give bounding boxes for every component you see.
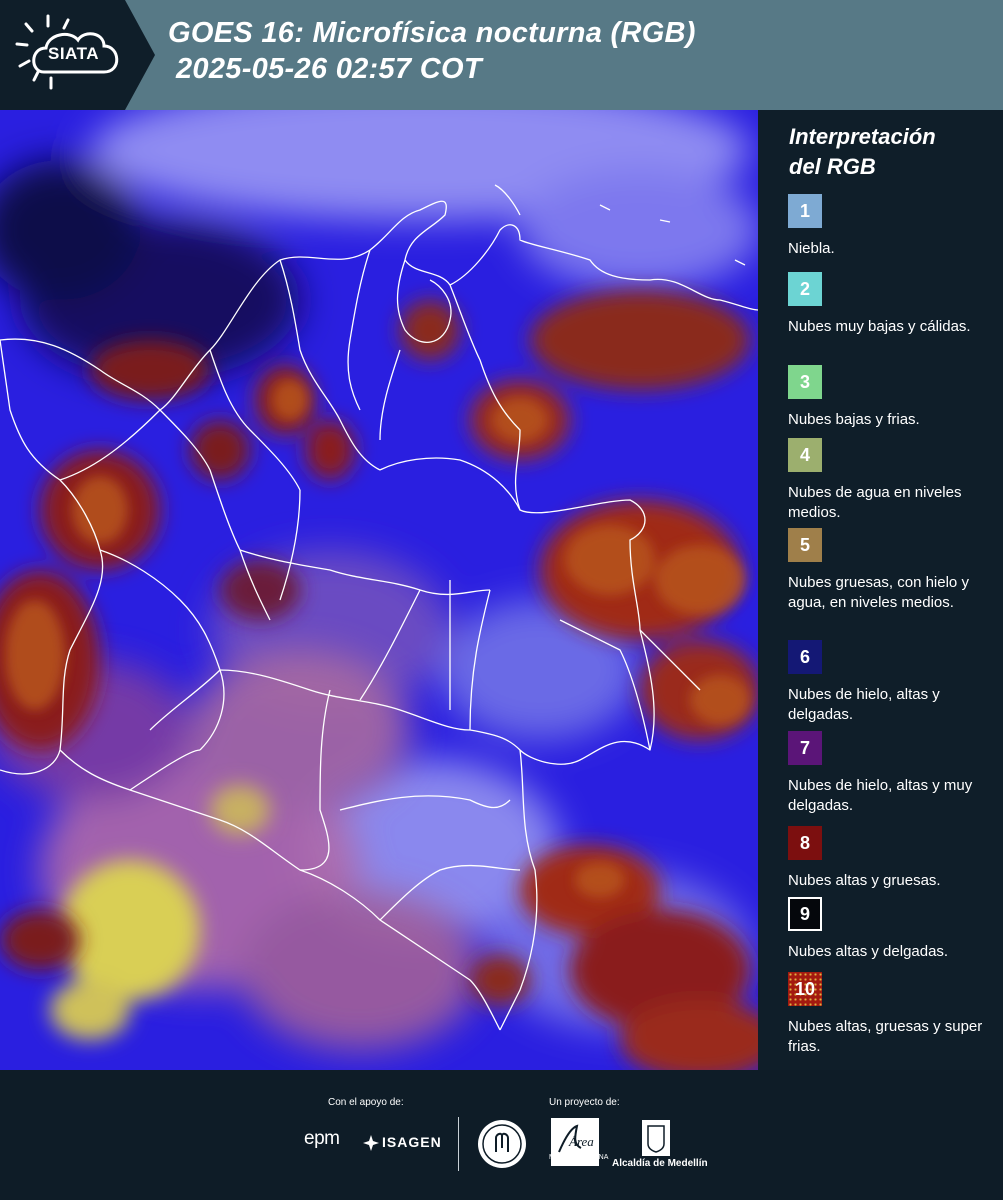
legend-item-2: 2 Nubes muy bajas y cálidas. bbox=[788, 272, 998, 337]
legend-item-10: 10 Nubes altas, gruesas y super frias. bbox=[788, 972, 998, 1057]
legend-item-3: 3 Nubes bajas y frias. bbox=[788, 365, 998, 430]
legend-label-5: Nubes gruesas, con hielo y agua, en nive… bbox=[788, 574, 969, 611]
legend-label-6: Nubes de hielo, altas y delgadas. bbox=[788, 686, 940, 723]
isagen-icon bbox=[363, 1135, 379, 1151]
legend-swatch-3: 3 bbox=[788, 365, 822, 399]
title-timestamp: 2025-05-26 02:57 COT bbox=[176, 53, 482, 85]
legend-title-line2: del RGB bbox=[789, 154, 876, 179]
isagen-logo[interactable]: ISAGEN bbox=[382, 1134, 442, 1150]
area-metropolitana-text: METROPOLITANA bbox=[549, 1154, 609, 1161]
page-title: GOES 16: Microfísica nocturna (RGB) 2025… bbox=[168, 14, 696, 86]
project-caption: Un proyecto de: bbox=[549, 1097, 620, 1108]
legend-label-9: Nubes altas y delgadas. bbox=[788, 943, 949, 960]
legend-label-4: Nubes de agua en niveles medios. bbox=[788, 484, 962, 521]
legend-item-5: 5 Nubes gruesas, con hielo y agua, en ni… bbox=[788, 528, 998, 613]
legend-item-1: 1 Niebla. bbox=[788, 194, 998, 259]
alcaldia-shield-icon[interactable] bbox=[640, 1118, 672, 1158]
header-bar: SIATA GOES 16: Microfísica nocturna (RGB… bbox=[0, 0, 1003, 110]
legend-swatch-10: 10 bbox=[788, 972, 822, 1006]
footer-divider bbox=[458, 1117, 459, 1171]
siata-logo[interactable]: SIATA bbox=[0, 0, 155, 110]
epm-logo[interactable]: epm bbox=[304, 1128, 340, 1150]
legend-label-10: Nubes altas, gruesas y super frias. bbox=[788, 1018, 983, 1055]
legend-title: Interpretación del RGB bbox=[789, 122, 936, 182]
legend-item-9: 9 Nubes altas y delgadas. bbox=[788, 897, 998, 962]
title-product: GOES 16: Microfísica nocturna (RGB) bbox=[168, 17, 696, 49]
support-caption: Con el apoyo de: bbox=[328, 1097, 404, 1108]
legend-label-3: Nubes bajas y frias. bbox=[788, 411, 920, 428]
svg-text:Área: Área bbox=[568, 1134, 594, 1149]
alcaldia-text: Alcaldía de Medellín bbox=[612, 1158, 708, 1169]
legend-label-2: Nubes muy bajas y cálidas. bbox=[788, 318, 971, 335]
medellin-university-seal-icon[interactable] bbox=[476, 1118, 528, 1170]
satellite-map[interactable] bbox=[0, 110, 758, 1070]
legend-item-4: 4 Nubes de agua en niveles medios. bbox=[788, 438, 998, 523]
legend-label-8: Nubes altas y gruesas. bbox=[788, 872, 941, 889]
legend-swatch-9: 9 bbox=[788, 897, 822, 931]
legend-swatch-4: 4 bbox=[788, 438, 822, 472]
legend-label-1: Niebla. bbox=[788, 240, 835, 257]
legend-panel: Interpretación del RGB 1 Niebla. 2 Nubes… bbox=[758, 110, 1003, 1070]
legend-swatch-2: 2 bbox=[788, 272, 822, 306]
footer: Con el apoyo de: epm ISAGEN Un proyecto … bbox=[0, 1070, 1003, 1200]
legend-label-7: Nubes de hielo, altas y muy delgadas. bbox=[788, 777, 973, 814]
legend-swatch-7: 7 bbox=[788, 731, 822, 765]
legend-title-line1: Interpretación bbox=[789, 124, 936, 149]
satellite-image bbox=[0, 110, 758, 1070]
legend-swatch-8: 8 bbox=[788, 826, 822, 860]
legend-item-8: 8 Nubes altas y gruesas. bbox=[788, 826, 998, 891]
legend-swatch-5: 5 bbox=[788, 528, 822, 562]
legend-item-6: 6 Nubes de hielo, altas y delgadas. bbox=[788, 640, 998, 725]
legend-item-7: 7 Nubes de hielo, altas y muy delgadas. bbox=[788, 731, 998, 816]
legend-swatch-6: 6 bbox=[788, 640, 822, 674]
logo-text: SIATA bbox=[48, 44, 99, 63]
legend-swatch-1: 1 bbox=[788, 194, 822, 228]
